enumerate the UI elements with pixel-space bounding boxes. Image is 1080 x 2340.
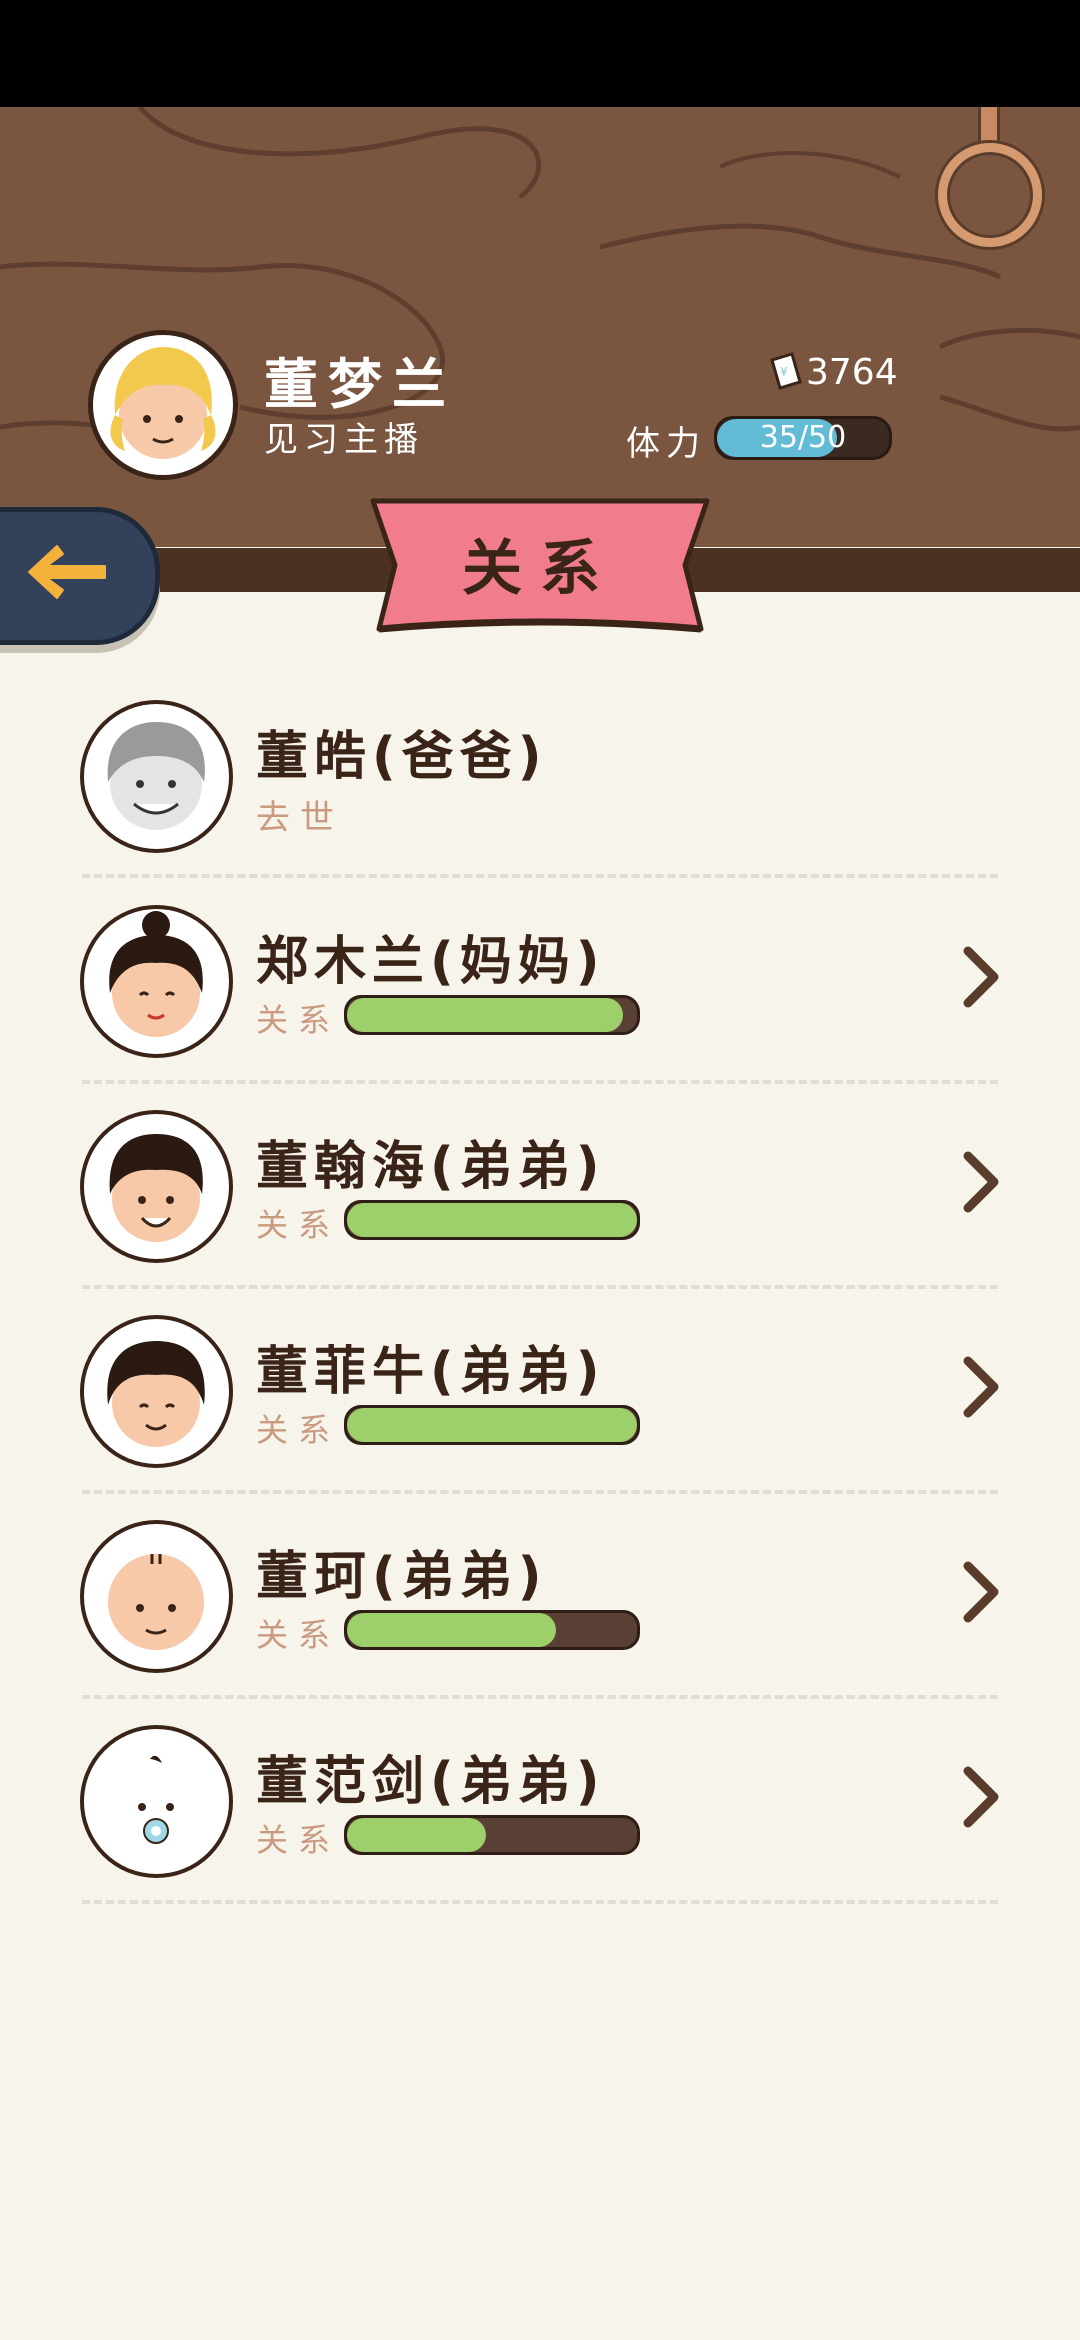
wood-grain [0,107,1080,440]
chevron-right-icon[interactable] [960,1560,1002,1624]
stamina-label: 体力 [626,424,706,464]
relation-label: 关系 [256,1821,341,1859]
status-bar [0,0,1080,107]
back-button[interactable] [0,507,160,645]
relative-name: 董皓(爸爸) [256,727,548,787]
relative-name: 郑木兰(妈妈) [256,932,606,992]
player-name: 董梦兰 [264,353,456,416]
chevron-right-icon[interactable] [960,1355,1002,1419]
relation-fill [347,998,623,1032]
blonde-girl-icon [110,347,216,459]
chevron-right-icon[interactable] [960,945,1002,1009]
relative-avatar [80,1315,233,1468]
relation-bar [344,995,640,1035]
relative-name: 董珂(弟弟) [256,1547,548,1607]
grandpa-avatar-icon [107,722,205,830]
relative-avatar [80,700,233,853]
relation-bar [344,1200,640,1240]
relation-label: 关系 [256,1411,341,1449]
mother-avatar-icon [109,911,203,1037]
relation-fill [347,1408,637,1442]
relative-name: 董翰海(弟弟) [256,1137,606,1197]
relation-bar [344,1610,640,1650]
relation-label: 关系 [256,1616,341,1654]
chevron-right-icon[interactable] [960,1150,1002,1214]
back-arrow-icon [28,545,106,599]
stamina-text: 35/50 [759,420,847,455]
brother-avatar-icon [107,1341,205,1447]
relative-avatar [80,1520,233,1673]
ring-pull-icon[interactable] [938,143,1042,247]
relative-avatar [80,1110,233,1263]
relation-fill [347,1818,487,1852]
relative-name: 董范剑(弟弟) [256,1752,606,1812]
money-value: 3764 [806,352,898,393]
chevron-right-icon[interactable] [960,1765,1002,1829]
page-title: 关系 [462,534,618,604]
relative-status: 去世 [256,798,344,838]
player-avatar[interactable] [88,330,238,480]
relation-fill [347,1613,556,1647]
stamina-bar: 35/50 [714,416,892,460]
brother-avatar-icon [109,1134,203,1242]
player-title: 见习主播 [264,420,424,460]
relation-bar [344,1405,640,1445]
row-divider [82,1490,998,1494]
relation-label: 关系 [256,1001,341,1039]
relative-avatar [80,1725,233,1878]
relation-label: 关系 [256,1206,341,1244]
relation-bar [344,1815,640,1855]
row-divider [82,1900,998,1904]
row-divider [82,1285,998,1289]
relation-fill [347,1203,637,1237]
relative-avatar [80,905,233,1058]
bald-boy-avatar-icon [108,1554,204,1650]
row-divider [82,1080,998,1084]
baby-avatar-icon [110,1755,202,1851]
svg-text:¥: ¥ [780,365,788,379]
row-divider [82,1695,998,1699]
money-note-icon: ¥ [770,352,802,390]
header-panel [0,107,1080,547]
relative-name: 董菲牛(弟弟) [256,1342,606,1402]
row-divider [82,874,998,878]
